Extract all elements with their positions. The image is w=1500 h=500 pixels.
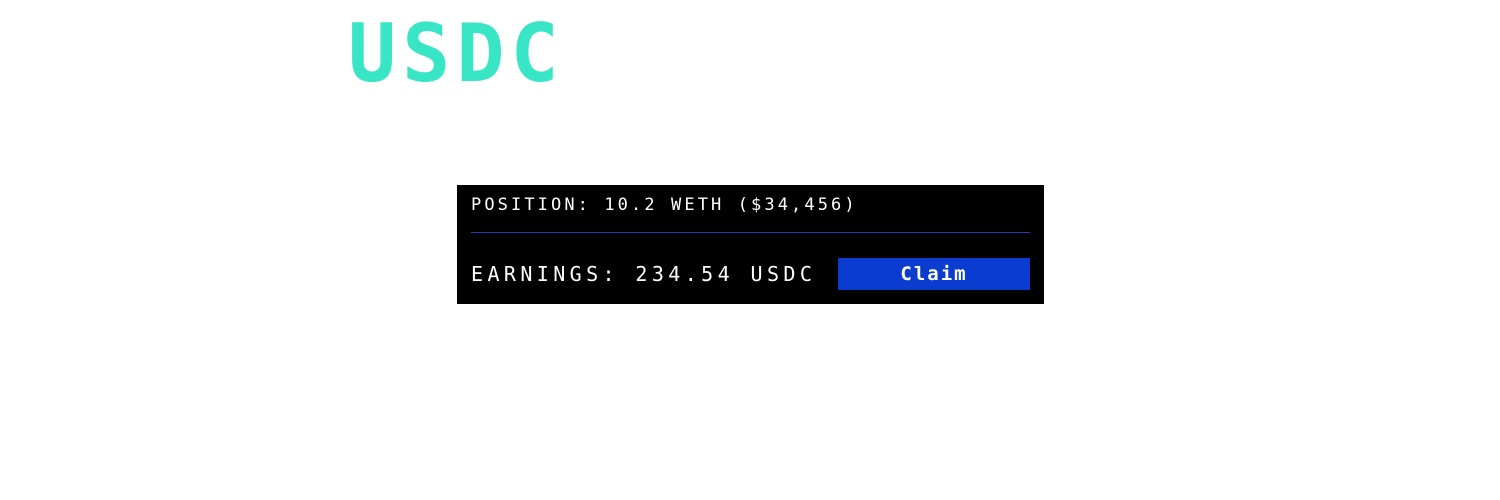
divider (471, 232, 1030, 233)
token-title: USDC (348, 7, 565, 100)
claim-button[interactable]: Claim (838, 258, 1030, 290)
position-text: POSITION: 10.2 WETH ($34,456) (471, 195, 858, 215)
earnings-text: EARNINGS: 234.54 USDC (471, 262, 817, 286)
position-panel: POSITION: 10.2 WETH ($34,456) EARNINGS: … (457, 185, 1044, 304)
